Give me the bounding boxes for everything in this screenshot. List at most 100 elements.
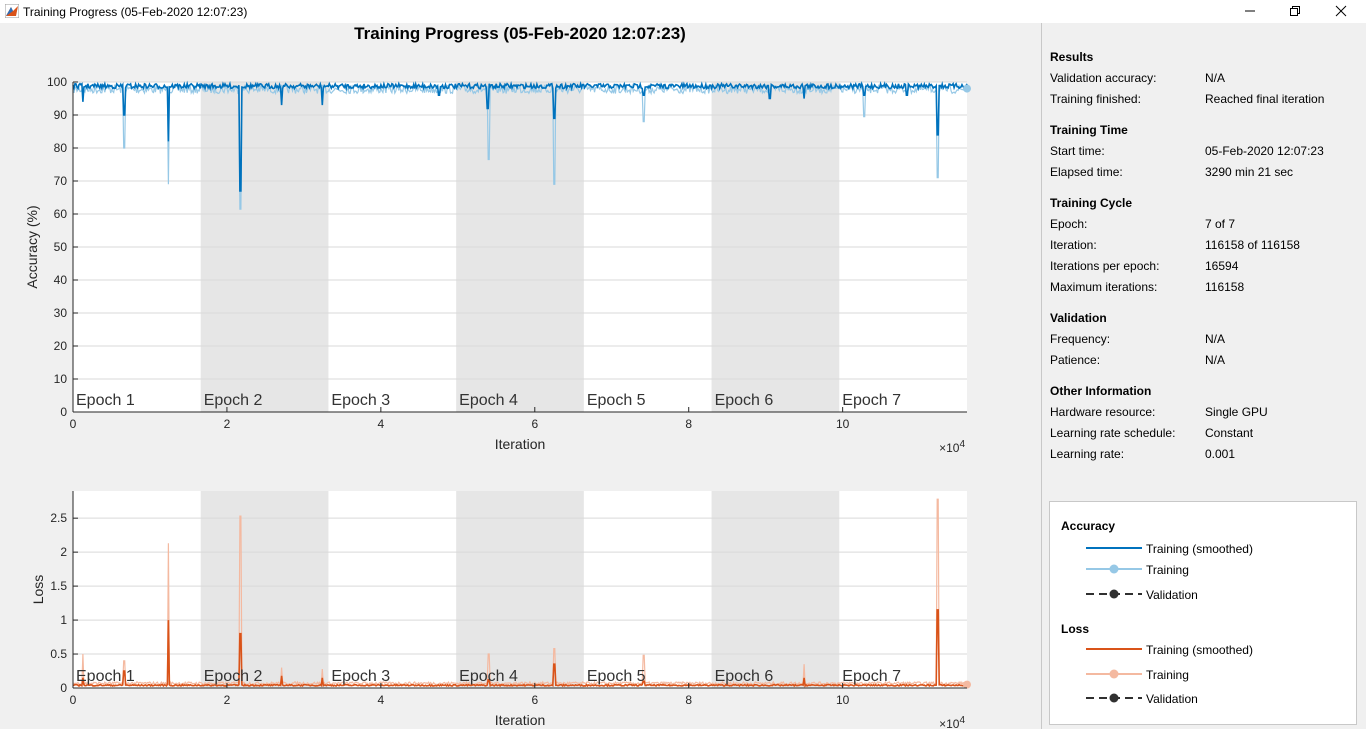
info-label: Epoch: [1050,217,1088,231]
legend-item-label: Training (smoothed) [1146,542,1253,556]
loss-x-tick-label: 4 [378,693,385,707]
accuracy-x-tick-label: 4 [378,417,385,431]
accuracy-x-tick-label: 8 [685,417,692,431]
results-heading: Results [1050,50,1094,64]
info-label: Iteration: [1050,238,1097,252]
info-value: N/A [1205,332,1226,346]
minimize-button[interactable] [1227,0,1273,23]
close-button[interactable] [1318,0,1364,23]
loss-epoch-label: Epoch 2 [204,668,263,685]
legend-item-label: Training (smoothed) [1146,643,1253,657]
info-value: Single GPU [1205,405,1268,419]
accuracy-y-tick-label: 10 [54,372,68,386]
accuracy-training-line-icon [1086,564,1142,574]
training-time-heading: Training Time [1050,123,1128,137]
accuracy-epoch-label: Epoch 7 [842,392,901,409]
accuracy-x-tick-label: 10 [836,417,850,431]
other-information-heading: Other Information [1050,384,1152,398]
info-label: Learning rate: [1050,447,1125,461]
loss-x-multiplier: ×104 [939,715,965,729]
legend-loss-heading: Loss [1061,622,1090,636]
info-value: 116158 [1205,280,1245,294]
accuracy-epoch-label: Epoch 4 [459,392,518,409]
info-label: Elapsed time: [1050,165,1123,179]
plot-title: Training Progress (05-Feb-2020 12:07:23) [354,24,686,43]
loss-y-tick-label: 1.5 [50,579,67,593]
legend: Accuracy Training (smoothed) Training Va… [1049,501,1357,725]
accuracy-smoothed-line-icon [1086,547,1142,549]
training-cycle-heading: Training Cycle [1050,196,1133,210]
loss-final-point [963,680,971,689]
window-title: Training Progress (05-Feb-2020 12:07:23) [23,5,248,19]
accuracy-y-tick-label: 60 [54,207,68,221]
info-value: 16594 [1205,259,1239,273]
loss-y-tick-label: 1 [60,613,67,627]
accuracy-final-point [963,84,971,93]
loss-validation-line-icon [1086,693,1142,703]
accuracy-validation-line-icon [1086,589,1142,599]
accuracy-x-multiplier: ×104 [939,439,965,455]
loss-epoch-shade [711,491,840,688]
loss-y-tick-label: 0.5 [50,647,67,661]
info-label: Learning rate schedule: [1050,426,1176,440]
info-value: Constant [1205,426,1254,440]
matlab-app-icon [5,4,19,18]
info-label: Hardware resource: [1050,405,1156,419]
close-icon [1335,5,1347,17]
training-progress-charts: Epoch 1 Epoch 2 Epoch 3 Epoch 4 Epoch 5 Epoch… [24,75,971,729]
info-label: Frequency: [1050,332,1111,346]
accuracy-y-tick-label: 20 [54,339,68,353]
loss-epoch-label: Epoch 3 [331,668,390,685]
loss-epoch-label: Epoch 7 [842,668,901,685]
legend-item-label: Training [1146,563,1189,577]
loss-y-tick-label: 0 [60,681,67,695]
loss-smoothed-line-icon [1086,648,1142,650]
loss-x-tick-label: 8 [685,693,692,707]
accuracy-x-axis-label: Iteration [495,436,546,452]
legend-item-label: Validation [1146,588,1198,602]
loss-y-tick-label: 2 [60,545,67,559]
accuracy-epoch-label: Epoch 2 [204,392,263,409]
info-value: N/A [1205,71,1226,85]
accuracy-y-tick-label: 90 [54,108,68,122]
accuracy-x-multiplier-exponent: 4 [959,439,965,450]
accuracy-chart: Epoch 1 Epoch 2 Epoch 3 Epoch 4 Epoch 5 Epoch… [24,75,971,455]
loss-epoch-label: Epoch 4 [459,668,518,685]
loss-x-multiplier-exponent: 4 [959,715,965,726]
loss-epoch-shade [456,491,584,688]
info-value: 7 of 7 [1205,217,1236,231]
accuracy-x-tick-label: 6 [531,417,538,431]
accuracy-y-axis-label: Accuracy (%) [24,205,40,288]
accuracy-epoch-label: Epoch 5 [587,392,646,409]
loss-y-axis-label: Loss [30,575,46,605]
loss-chart: Epoch 1 Epoch 2 Epoch 3 Epoch 4 Epoch 5 Epoch… [30,491,971,729]
accuracy-epoch-label: Epoch 3 [331,392,390,409]
accuracy-x-tick-label: 2 [224,417,231,431]
loss-x-tick-label: 2 [224,693,231,707]
accuracy-y-tick-label: 0 [60,405,67,419]
info-label: Iterations per epoch: [1050,259,1160,273]
minimize-icon [1245,10,1255,12]
legend-item-label: Validation [1146,692,1198,706]
accuracy-y-tick-label: 70 [54,174,68,188]
loss-training-line-icon [1086,669,1142,679]
validation-heading: Validation [1050,311,1107,325]
info-value: Reached final iteration [1205,92,1325,106]
info-value: N/A [1205,353,1226,367]
info-label: Training finished: [1050,92,1141,106]
accuracy-y-tick-label: 40 [54,273,68,287]
loss-x-axis-label: Iteration [495,712,546,728]
restore-button[interactable] [1272,0,1318,23]
accuracy-y-tick-label: 30 [54,306,68,320]
info-label: Patience: [1050,353,1101,367]
accuracy-epoch-label: Epoch 6 [715,392,774,409]
legend-item-label: Training [1146,668,1189,682]
accuracy-epoch-label: Epoch 1 [76,392,135,409]
loss-x-tick-label: 0 [70,693,77,707]
window-titlebar: Training Progress (05-Feb-2020 12:07:23) [0,0,1366,23]
plot-area: Epoch 1 Epoch 2 Epoch 3 Epoch 4 Epoch 5 Epoch… [0,23,1040,729]
loss-x-tick-label: 6 [531,693,538,707]
info-value: 3290 min 21 sec [1205,165,1294,179]
info-panel: Results Validation accuracy: N/A Trainin… [1041,23,1366,729]
loss-x-tick-label: 10 [836,693,850,707]
